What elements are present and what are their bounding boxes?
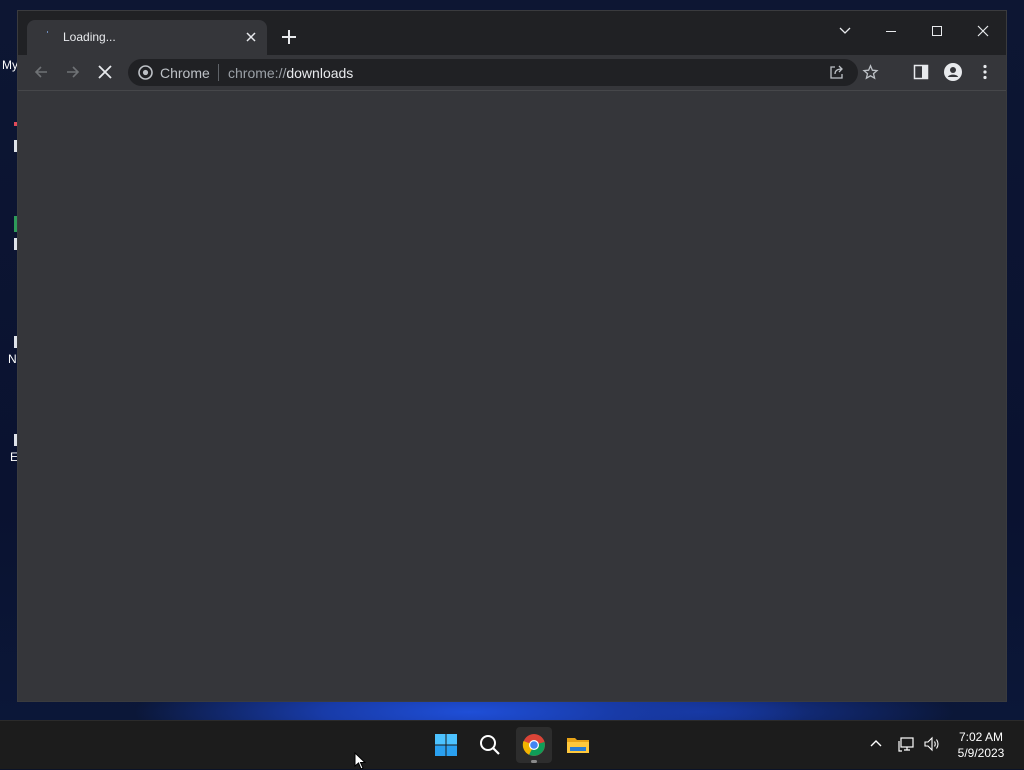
desktop-icon-label: N bbox=[8, 352, 17, 366]
loading-spinner-icon bbox=[46, 31, 49, 33]
tab-title: Loading... bbox=[63, 30, 116, 44]
url-text[interactable]: chrome://downloads bbox=[228, 65, 353, 81]
url-scheme: chrome:// bbox=[228, 65, 287, 81]
plus-icon[interactable] bbox=[280, 28, 298, 46]
active-indicator bbox=[531, 760, 537, 763]
clock-time: 7:02 AM bbox=[958, 730, 1004, 744]
chrome-logo-icon bbox=[138, 65, 153, 80]
chrome-icon bbox=[522, 734, 545, 756]
side-panel-icon[interactable] bbox=[911, 62, 931, 82]
volume-icon[interactable] bbox=[923, 735, 941, 753]
clock-date: 5/9/2023 bbox=[957, 746, 1005, 760]
mouse-cursor-icon bbox=[354, 752, 366, 770]
chrome-chip-label: Chrome bbox=[160, 65, 210, 81]
toolbar: Chrome chrome://downloads bbox=[18, 55, 1006, 91]
close-window-icon[interactable] bbox=[969, 17, 997, 45]
chrome-taskbar-button[interactable] bbox=[516, 727, 552, 763]
search-button[interactable] bbox=[472, 727, 508, 763]
taskbar-clock[interactable]: 7:02 AM 5/9/2023 bbox=[950, 729, 1012, 761]
tab-strip: Loading... bbox=[18, 11, 1006, 55]
network-icon[interactable] bbox=[898, 735, 916, 753]
profile-icon[interactable] bbox=[943, 62, 963, 82]
desktop-icon-label: My bbox=[2, 58, 18, 72]
start-button[interactable] bbox=[428, 727, 464, 763]
url-host: downloads bbox=[286, 65, 354, 81]
tab-downloads[interactable]: Loading... bbox=[27, 20, 267, 55]
taskbar: 7:02 AM 5/9/2023 bbox=[0, 720, 1024, 769]
file-explorer-button[interactable] bbox=[560, 727, 596, 763]
browser-window: Loading... Chrome chrome://downloads bbox=[17, 10, 1007, 702]
share-icon[interactable] bbox=[828, 64, 845, 81]
windows-start-icon bbox=[435, 734, 457, 756]
stop-icon[interactable] bbox=[95, 62, 115, 82]
address-bar[interactable]: Chrome chrome://downloads bbox=[128, 59, 879, 86]
back-arrow-icon[interactable] bbox=[31, 62, 51, 82]
omnibox-separator bbox=[218, 64, 219, 81]
close-icon[interactable] bbox=[243, 29, 259, 45]
kebab-menu-icon[interactable] bbox=[975, 62, 995, 82]
file-explorer-icon bbox=[567, 738, 589, 753]
maximize-icon[interactable] bbox=[923, 17, 951, 45]
star-icon[interactable] bbox=[862, 64, 879, 81]
chevron-up-icon[interactable] bbox=[867, 735, 885, 753]
minimize-icon[interactable] bbox=[877, 17, 905, 45]
forward-arrow-icon[interactable] bbox=[63, 62, 83, 82]
tab-search-icon[interactable] bbox=[831, 17, 859, 45]
page-content bbox=[18, 91, 1006, 701]
search-icon bbox=[480, 735, 500, 755]
